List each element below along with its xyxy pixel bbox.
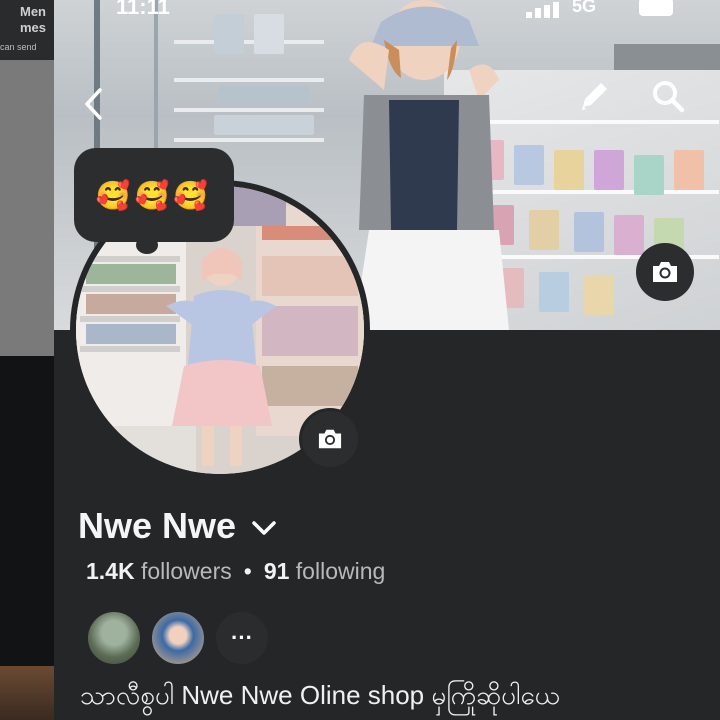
search-icon (653, 81, 685, 113)
followers-link[interactable]: 1.4K followers (86, 558, 232, 584)
background-panel-dark (0, 356, 60, 666)
background-subtext: can send (0, 42, 37, 52)
status-bar: 11:11 5G (54, 0, 720, 22)
friends-preview[interactable]: ··· (86, 610, 278, 666)
note-bubble-tail (136, 236, 158, 254)
chevron-down-icon[interactable] (250, 519, 278, 537)
chevron-left-icon (85, 88, 102, 120)
network-label: 5G (572, 0, 597, 16)
background-panel-brown (0, 666, 60, 720)
more-friends-button[interactable]: ··· (214, 610, 270, 666)
camera-icon (318, 429, 342, 449)
followers-count: 1.4K (86, 558, 135, 584)
stats-separator: • (243, 558, 252, 584)
status-time: 11:11 (116, 0, 170, 19)
profile-name-row[interactable]: Nwe Nwe (78, 505, 278, 547)
camera-icon (653, 262, 677, 282)
background-window-fragment: Men mes can send (0, 0, 60, 60)
more-icon: ··· (231, 625, 253, 650)
friend-avatar[interactable] (86, 610, 142, 666)
followers-label: followers (140, 558, 232, 584)
change-cover-button[interactable] (636, 243, 694, 301)
profile-note-bubble[interactable]: 🥰🥰🥰 (74, 148, 234, 242)
change-profile-picture-button[interactable] (299, 408, 361, 470)
profile-stats: 1.4K followers • 91 following (86, 558, 385, 585)
profile-screen: 11:11 5G 🥰🥰🥰 Nwe Nwe 1.4K followers • 91… (54, 0, 720, 720)
profile-name: Nwe Nwe (78, 505, 237, 546)
search-button[interactable] (648, 76, 688, 116)
background-panel (0, 60, 60, 356)
note-emojis: 🥰🥰🥰 (95, 179, 213, 211)
following-link[interactable]: 91 following (264, 558, 385, 584)
signal-icon (526, 0, 560, 24)
battery-icon (639, 0, 673, 16)
profile-bio: သာလီစွပါ Nwe Nwe Oline shop မှကြိုဆိုပါယ… (80, 680, 560, 710)
back-button[interactable] (78, 86, 108, 122)
following-label: following (295, 558, 386, 584)
following-count: 91 (263, 558, 290, 584)
edit-profile-button[interactable] (574, 76, 614, 116)
friend-avatar[interactable] (150, 610, 206, 666)
pencil-icon (582, 83, 607, 110)
